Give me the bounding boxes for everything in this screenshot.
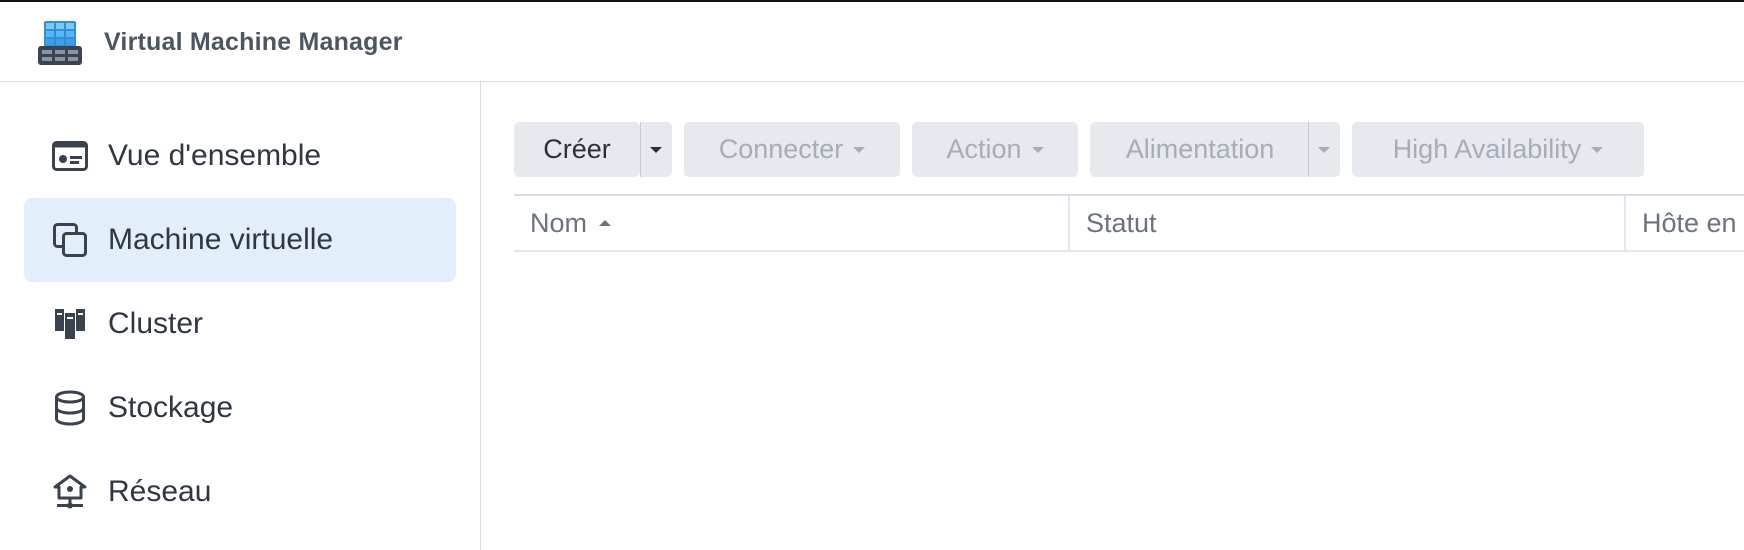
- column-header-host[interactable]: Hôte en: [1626, 196, 1744, 250]
- chevron-down-icon: [1591, 146, 1604, 153]
- chevron-down-icon: [1031, 146, 1044, 153]
- chevron-down-icon: [650, 146, 662, 153]
- connect-button-label: Connecter: [718, 134, 844, 164]
- action-button[interactable]: Action: [912, 122, 1078, 177]
- sidebar-item-network[interactable]: Réseau: [24, 450, 456, 534]
- sidebar-item-virtual-machine[interactable]: Machine virtuelle: [24, 198, 456, 282]
- sidebar: Vue d'ensemble Machine virtuelle Cluster…: [0, 82, 481, 550]
- create-dropdown-button[interactable]: [640, 122, 672, 177]
- create-button-label: Créer: [543, 134, 611, 164]
- power-button-label: Alimentation: [1125, 134, 1275, 164]
- high-availability-button[interactable]: High Availability: [1352, 122, 1644, 177]
- chevron-down-icon: [853, 146, 866, 153]
- column-header-label: Nom: [530, 207, 588, 238]
- sidebar-item-label: Réseau: [108, 475, 212, 508]
- sidebar-item-label: Vue d'ensemble: [108, 139, 322, 172]
- column-header-label: Hôte en: [1642, 207, 1737, 238]
- sidebar-item-label: Stockage: [108, 391, 234, 424]
- sidebar-item-overview[interactable]: Vue d'ensemble: [24, 114, 456, 198]
- sort-ascending-icon: [599, 220, 612, 226]
- cluster-icon: [50, 304, 90, 344]
- virtual-machine-icon: [50, 220, 90, 260]
- power-dropdown-button[interactable]: [1308, 122, 1340, 177]
- sidebar-item-cluster[interactable]: Cluster: [24, 282, 456, 366]
- app-title: Virtual Machine Manager: [104, 28, 403, 56]
- column-header-status[interactable]: Statut: [1070, 196, 1625, 250]
- column-header-label: Statut: [1086, 207, 1157, 238]
- network-icon: [50, 472, 90, 512]
- create-button[interactable]: Créer: [514, 122, 640, 177]
- column-header-name[interactable]: Nom: [514, 196, 1069, 250]
- split-divider: [1308, 122, 1309, 177]
- sidebar-item-label: Cluster: [108, 307, 204, 340]
- sidebar-item-storage[interactable]: Stockage: [24, 366, 456, 450]
- title-bar: Virtual Machine Manager: [0, 2, 1744, 82]
- connect-button[interactable]: Connecter: [684, 122, 900, 177]
- table-header: Nom Statut Hôte en: [514, 194, 1744, 252]
- power-button[interactable]: Alimentation: [1090, 122, 1310, 177]
- storage-icon: [50, 388, 90, 428]
- high-availability-button-label: High Availability: [1392, 134, 1582, 164]
- overview-icon: [50, 136, 90, 176]
- split-divider: [640, 122, 641, 177]
- sidebar-item-label: Machine virtuelle: [108, 223, 334, 256]
- chevron-down-icon: [1318, 146, 1330, 153]
- action-button-label: Action: [946, 134, 1022, 164]
- vmm-app-icon: [38, 21, 82, 65]
